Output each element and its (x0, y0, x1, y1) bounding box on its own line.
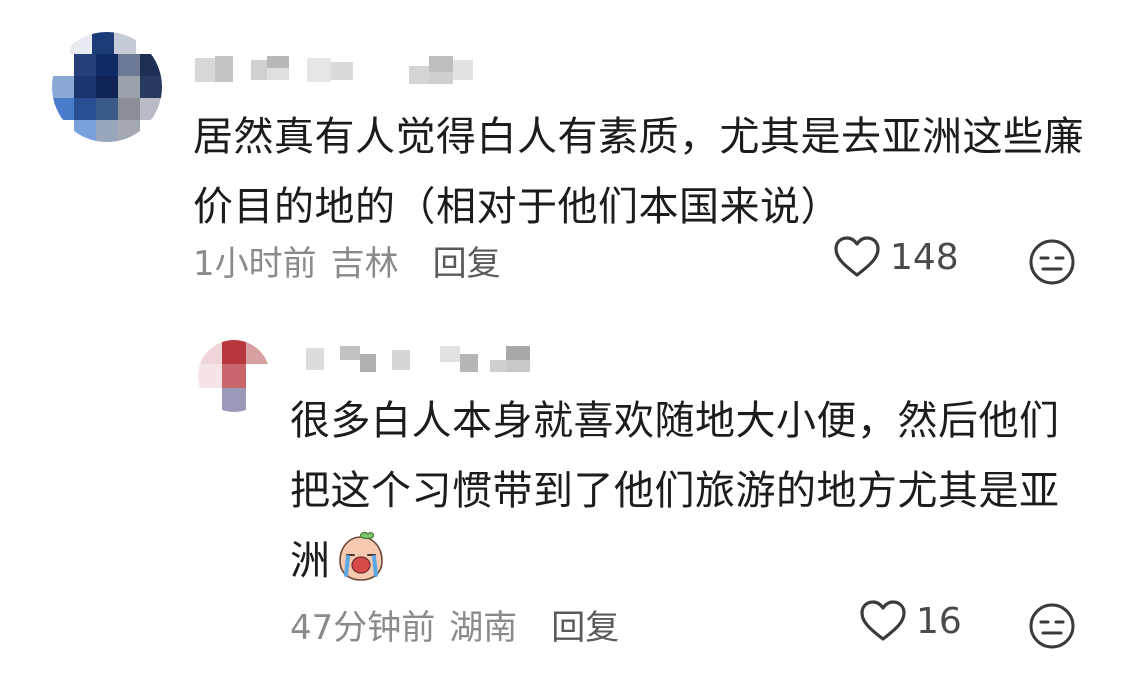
pixelated-username (306, 346, 530, 372)
reply-meta: 47分钟前 湖南 回复 (290, 600, 619, 649)
neutral-face-icon (1029, 239, 1075, 285)
like-count: 148 (890, 236, 959, 278)
heart-icon (860, 600, 906, 641)
comment-time: 47分钟前 (290, 608, 436, 648)
comment-item: 居然真有人觉得白人有素质，尤其是去亚洲这些廉价目的地的（相对于他们本国来说） 1… (0, 0, 1125, 310)
comment-location: 湖南 (449, 608, 518, 648)
like-button[interactable]: 148 (834, 236, 959, 278)
comment-time: 1小时前 (193, 244, 317, 284)
dislike-button[interactable] (1028, 238, 1076, 290)
heart-icon (834, 236, 880, 277)
reply-item: 很多白人本身就喜欢随地大小便，然后他们把这个习惯带到了他们旅游的地方尤其是亚洲 … (0, 310, 1125, 695)
reply-button[interactable]: 回复 (551, 600, 619, 649)
pixelated-username (195, 56, 473, 84)
username-redacted[interactable] (300, 344, 550, 374)
reply-text-content: 很多白人本身就喜欢随地大小便，然后他们把这个习惯带到了他们旅游的地方尤其是亚洲 (290, 398, 1060, 584)
avatar[interactable] (198, 340, 270, 412)
comment-location: 吉林 (330, 244, 399, 284)
like-count: 16 (916, 600, 962, 642)
like-button[interactable]: 16 (860, 600, 962, 642)
reply-text: 很多白人本身就喜欢随地大小便，然后他们把这个习惯带到了他们旅游的地方尤其是亚洲 (290, 386, 1090, 596)
pixelated-avatar-image (198, 340, 270, 412)
comment-text: 居然真有人觉得白人有素质，尤其是去亚洲这些廉价目的地的（相对于他们本国来说） (193, 114, 1084, 230)
username-redacted[interactable] (195, 52, 495, 84)
crying-face-sticker (338, 531, 383, 581)
avatar[interactable] (52, 32, 162, 142)
neutral-face-icon (1029, 603, 1075, 649)
comment-meta: 1小时前 吉林 回复 (193, 236, 501, 285)
pixelated-avatar-image (52, 32, 162, 142)
dislike-button[interactable] (1028, 602, 1076, 654)
reply-button[interactable]: 回复 (433, 236, 501, 285)
